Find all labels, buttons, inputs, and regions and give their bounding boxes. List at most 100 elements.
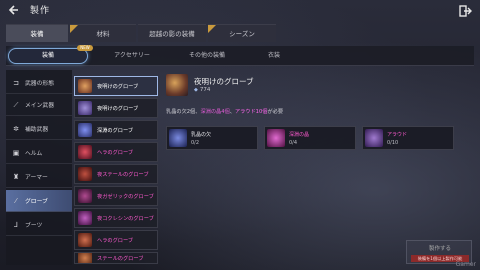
sidebar-item-weapon-form[interactable]: ⊐ 武器の形態 <box>6 72 72 94</box>
new-corner-icon <box>208 25 216 33</box>
list-item-label: 夜コクレシンのグローブ <box>97 215 154 222</box>
glove-thumbnail-icon <box>78 253 92 263</box>
subtab-equipment[interactable]: 装備 NEW <box>8 45 93 64</box>
requirement-text: 乳晶の欠2個、深淵の晶4個、アラウド10個が必要 <box>166 108 466 115</box>
item-count: ◆ 774 <box>194 87 210 93</box>
item-name: 夜明けのグローブ <box>194 77 254 86</box>
helm-icon: ▣ <box>12 148 20 157</box>
subtab-accessory[interactable]: アクセサリー <box>102 46 162 66</box>
glove-thumbnail-icon <box>78 167 92 181</box>
list-item[interactable]: ヘラのグローブ <box>74 230 158 250</box>
material-list: 乳晶の欠 0/2 深淵の晶 0/4 アラウド 0/10 <box>166 126 454 150</box>
tab-label: 超越の影の装備 <box>149 30 195 38</box>
material-slot[interactable]: 深淵の晶 0/4 <box>264 126 356 150</box>
material-qty: 0/10 <box>387 140 399 146</box>
material-name: 深淵の晶 <box>289 132 310 138</box>
sidebar: ⊐ 武器の形態 ⟋ メイン武器 ✲ 補助武器 ▣ ヘルム ♜ アーマー ⁄ グロ… <box>6 70 72 265</box>
list-item[interactable]: 深淵のグローブ <box>74 120 158 140</box>
glove-thumbnail-icon <box>166 74 188 96</box>
subtab-label: 装備 <box>41 52 54 59</box>
sidebar-item-glove[interactable]: ⁄ グローブ <box>6 190 72 212</box>
subtab-other[interactable]: その他の装備 <box>172 46 242 66</box>
requirement-part: 乳晶の欠2個、 <box>166 109 201 115</box>
tab-label: 材料 <box>96 30 110 38</box>
sidebar-item-armor[interactable]: ♜ アーマー <box>6 166 72 188</box>
item-list: 夜明けのグローブ 夜明けのグローブ 深淵のグローブ ヘラのグローブ 夜ステールの… <box>74 74 158 264</box>
material-slot[interactable]: アラウド 0/10 <box>362 126 454 150</box>
exit-icon[interactable] <box>458 3 472 17</box>
subtab-costume[interactable]: 衣装 <box>252 46 296 66</box>
glove-thumbnail-icon <box>78 233 92 247</box>
top-bar: 製作 <box>0 0 480 20</box>
list-item[interactable]: ヘラのグローブ <box>74 142 158 162</box>
list-item-label: ステールのグローブ <box>97 255 144 262</box>
material-qty: 0/2 <box>191 140 200 146</box>
tab-equipment[interactable]: 装備 <box>6 24 68 42</box>
material-thumbnail-icon <box>169 129 187 147</box>
sidebar-item-label: メイン武器 <box>25 103 54 109</box>
craft-button-label: 製作する <box>428 246 451 252</box>
list-item[interactable]: 夜明けのグローブ <box>74 98 158 118</box>
sidebar-item-label: アーマー <box>25 175 48 181</box>
back-arrow-icon[interactable] <box>6 2 22 18</box>
sidebar-item-sub-weapon[interactable]: ✲ 補助武器 <box>6 118 72 140</box>
list-item-label: 夜ガゼリックのグローブ <box>97 193 154 200</box>
list-item[interactable]: 夜明けのグローブ <box>74 76 158 96</box>
material-qty: 0/4 <box>289 140 298 146</box>
weapon-icon: ⊐ <box>13 78 19 87</box>
sidebar-item-boots[interactable]: ⅃ ブーツ <box>6 214 72 236</box>
material-name: 乳晶の欠 <box>191 132 212 138</box>
sword-icon: ⟋ <box>13 100 19 109</box>
subtab-label: その他の装備 <box>188 52 225 59</box>
new-badge: NEW <box>77 45 93 51</box>
glove-thumbnail-icon <box>78 101 92 115</box>
material-name: アラウド <box>387 132 408 138</box>
list-item[interactable]: 夜ガゼリックのグローブ <box>74 186 158 206</box>
sidebar-item-label: ヘルム <box>25 151 43 157</box>
new-corner-icon <box>70 25 78 33</box>
item-count-value: 774 <box>199 87 211 93</box>
list-item[interactable]: ステールのグローブ <box>74 252 158 264</box>
category-tabs: 装備 材料 超越の影の装備 シーズン <box>6 24 276 42</box>
glove-thumbnail-icon <box>78 145 92 159</box>
tab-label: シーズン <box>229 30 255 38</box>
crystal-icon: ◆ <box>194 87 198 93</box>
tab-shadow-equipment[interactable]: 超越の影の装備 <box>138 24 206 42</box>
glove-thumbnail-icon <box>78 189 92 203</box>
requirement-part: 深淵の晶4個 <box>200 109 230 115</box>
tab-materials[interactable]: 材料 <box>70 24 136 42</box>
glove-thumbnail-icon <box>78 123 92 137</box>
requirement-part: アラウド10個 <box>234 109 268 115</box>
sidebar-item-label: グローブ <box>25 199 48 205</box>
glove-icon: ⁄ <box>15 196 17 205</box>
gear-shield-icon: ✲ <box>13 124 19 133</box>
subtab-label: 衣装 <box>267 52 280 59</box>
material-thumbnail-icon <box>267 129 285 147</box>
list-item[interactable]: 夜ステールのグローブ <box>74 164 158 184</box>
glove-thumbnail-icon <box>78 211 92 225</box>
tab-season[interactable]: シーズン <box>208 24 276 42</box>
list-item-label: ヘラのグローブ <box>97 237 134 244</box>
subtab-label: アクセサリー <box>114 52 150 59</box>
material-thumbnail-icon <box>365 129 383 147</box>
requirement-part: が必要 <box>267 109 284 115</box>
boots-icon: ⅃ <box>14 220 18 229</box>
sidebar-item-label: 補助武器 <box>25 127 49 133</box>
sidebar-item-main-weapon[interactable]: ⟋ メイン武器 <box>6 94 72 116</box>
tab-label: 装備 <box>30 30 44 38</box>
sub-tabs: 装備 NEW アクセサリー その他の装備 衣装 <box>6 45 474 66</box>
item-detail: 夜明けのグローブ ◆ 774 乳晶の欠2個、深淵の晶4個、アラウド10個が必要 … <box>166 74 470 264</box>
list-item-label: 夜ステールのグローブ <box>97 171 149 178</box>
list-item-label: 深淵のグローブ <box>97 127 134 134</box>
sidebar-item-helm[interactable]: ▣ ヘルム <box>6 142 72 164</box>
material-slot[interactable]: 乳晶の欠 0/2 <box>166 126 258 150</box>
page-title: 製作 <box>30 6 51 16</box>
sidebar-item-label: ブーツ <box>25 223 43 229</box>
list-item-label: 夜明けのグローブ <box>97 83 139 90</box>
list-item[interactable]: 夜コクレシンのグローブ <box>74 208 158 228</box>
glove-thumbnail-icon <box>78 79 92 93</box>
list-item-label: ヘラのグローブ <box>97 149 134 156</box>
sidebar-item-label: 武器の形態 <box>25 81 54 87</box>
watermark-logo: Gamer <box>455 261 476 268</box>
list-item-label: 夜明けのグローブ <box>97 105 139 112</box>
